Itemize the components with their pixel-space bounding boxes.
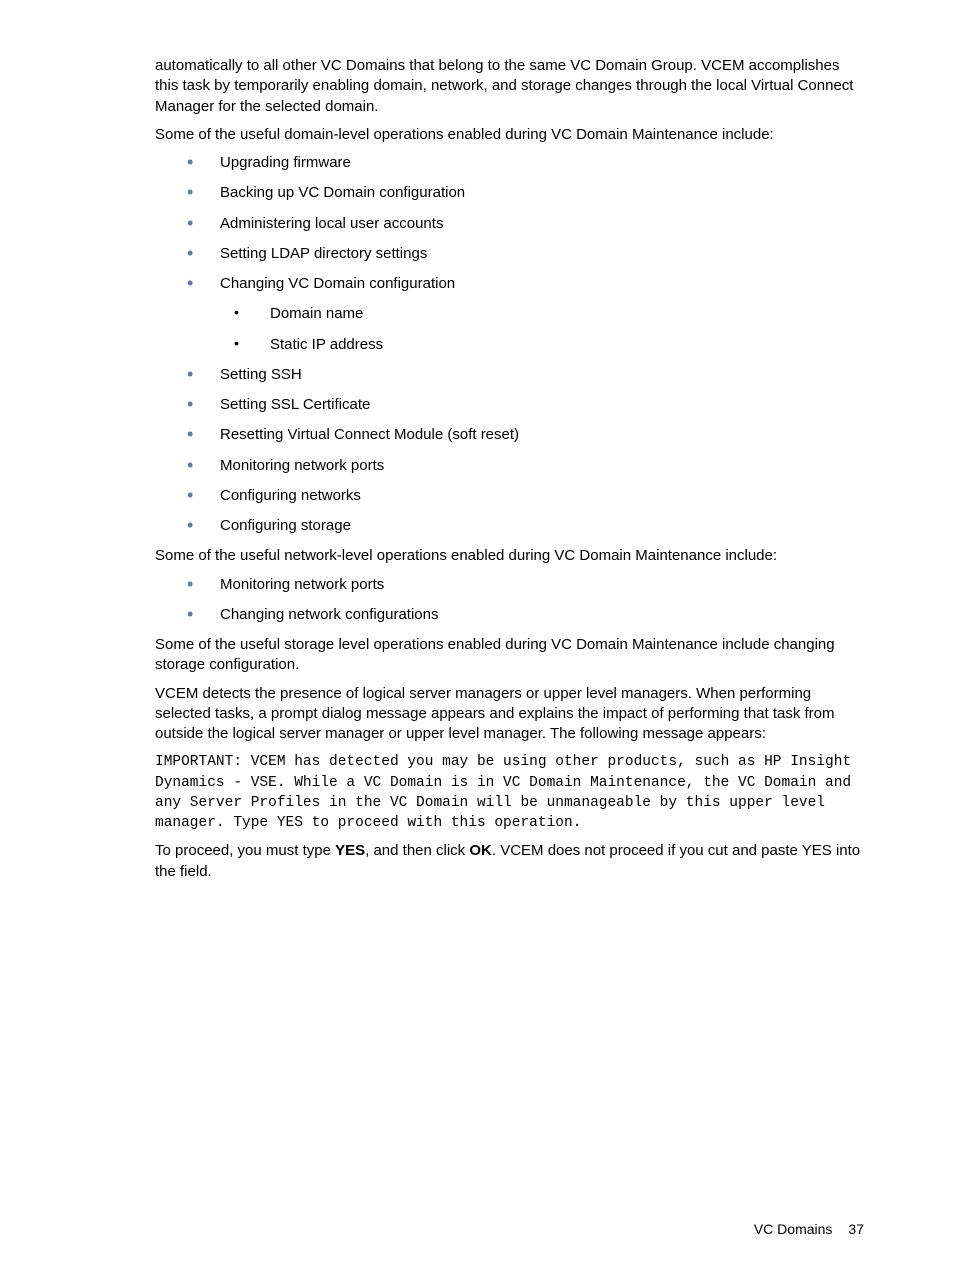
paragraph: VCEM detects the presence of logical ser… bbox=[155, 684, 864, 745]
bullet-list: Upgrading firmware Backing up VC Domain … bbox=[155, 153, 864, 536]
list-item: Upgrading firmware bbox=[155, 153, 864, 173]
code-block: IMPORTANT: VCEM has detected you may be … bbox=[155, 752, 864, 833]
list-item: Resetting Virtual Connect Module (soft r… bbox=[155, 425, 864, 445]
list-item: Setting SSL Certificate bbox=[155, 395, 864, 415]
bullet-list: Monitoring network ports Changing networ… bbox=[155, 575, 864, 626]
paragraph: Some of the useful storage level operati… bbox=[155, 635, 864, 676]
page-content: automatically to all other VC Domains th… bbox=[0, 0, 954, 882]
list-item: Changing network configurations bbox=[155, 605, 864, 625]
list-item: Administering local user accounts bbox=[155, 214, 864, 234]
footer-section-label: VC Domains bbox=[754, 1221, 833, 1237]
text: , and then click bbox=[365, 842, 469, 859]
list-item: Monitoring network ports bbox=[155, 575, 864, 595]
list-item: Monitoring network ports bbox=[155, 456, 864, 476]
bold-text: OK bbox=[469, 842, 492, 859]
text: To proceed, you must type bbox=[155, 842, 335, 859]
list-item-label: Changing VC Domain configuration bbox=[220, 275, 455, 292]
page-footer: VC Domains 37 bbox=[754, 1221, 864, 1237]
sub-bullet-list: Domain name Static IP address bbox=[220, 304, 864, 355]
list-item: Domain name bbox=[220, 304, 864, 324]
list-item: Configuring networks bbox=[155, 486, 864, 506]
paragraph: To proceed, you must type YES, and then … bbox=[155, 841, 864, 882]
paragraph: Some of the useful domain-level operatio… bbox=[155, 125, 864, 145]
list-item: Configuring storage bbox=[155, 516, 864, 536]
list-item: Setting LDAP directory settings bbox=[155, 244, 864, 264]
page-number: 37 bbox=[848, 1221, 864, 1237]
list-item: Static IP address bbox=[220, 335, 864, 355]
list-item: Setting SSH bbox=[155, 365, 864, 385]
paragraph: automatically to all other VC Domains th… bbox=[155, 56, 864, 117]
bold-text: YES bbox=[335, 842, 365, 859]
list-item: Backing up VC Domain configuration bbox=[155, 183, 864, 203]
list-item: Changing VC Domain configuration Domain … bbox=[155, 274, 864, 355]
paragraph: Some of the useful network-level operati… bbox=[155, 546, 864, 566]
